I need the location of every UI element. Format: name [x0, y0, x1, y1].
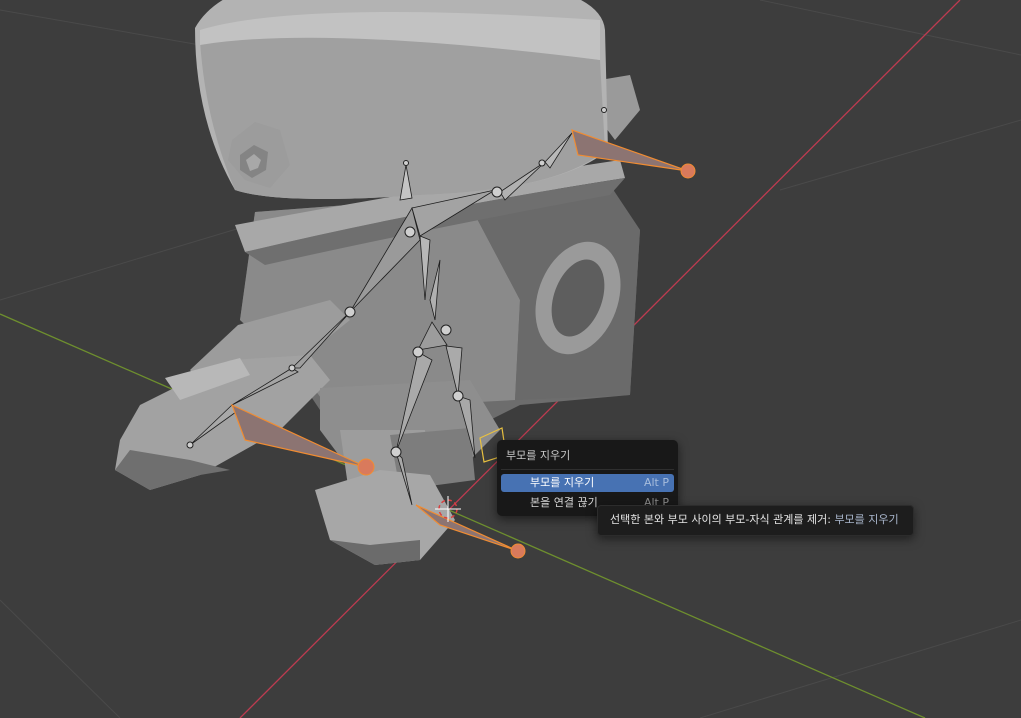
operator-tooltip: 선택한 본와 부모 사이의 부모-자식 관계를 제거: 부모를 지우기	[597, 505, 914, 536]
tooltip-description: 선택한 본와 부모 사이의 부모-자식 관계를 제거:	[610, 513, 831, 526]
3d-viewport[interactable]: 부모를 지우기 부모를 지우기 Alt P 본을 연결 끊기 Alt P 선택한…	[0, 0, 1021, 718]
menu-separator	[501, 469, 674, 470]
menu-item-label: 본을 연결 끊기	[530, 496, 598, 509]
tooltip-operator-name: 부모를 지우기	[834, 513, 899, 526]
menu-item-clear-parent[interactable]: 부모를 지우기 Alt P	[501, 474, 674, 492]
menu-item-shortcut: Alt P	[643, 476, 669, 489]
menu-item-label: 부모를 지우기	[530, 476, 595, 489]
menu-title: 부모를 지우기	[506, 449, 571, 462]
viewport-scene[interactable]	[0, 0, 1021, 718]
